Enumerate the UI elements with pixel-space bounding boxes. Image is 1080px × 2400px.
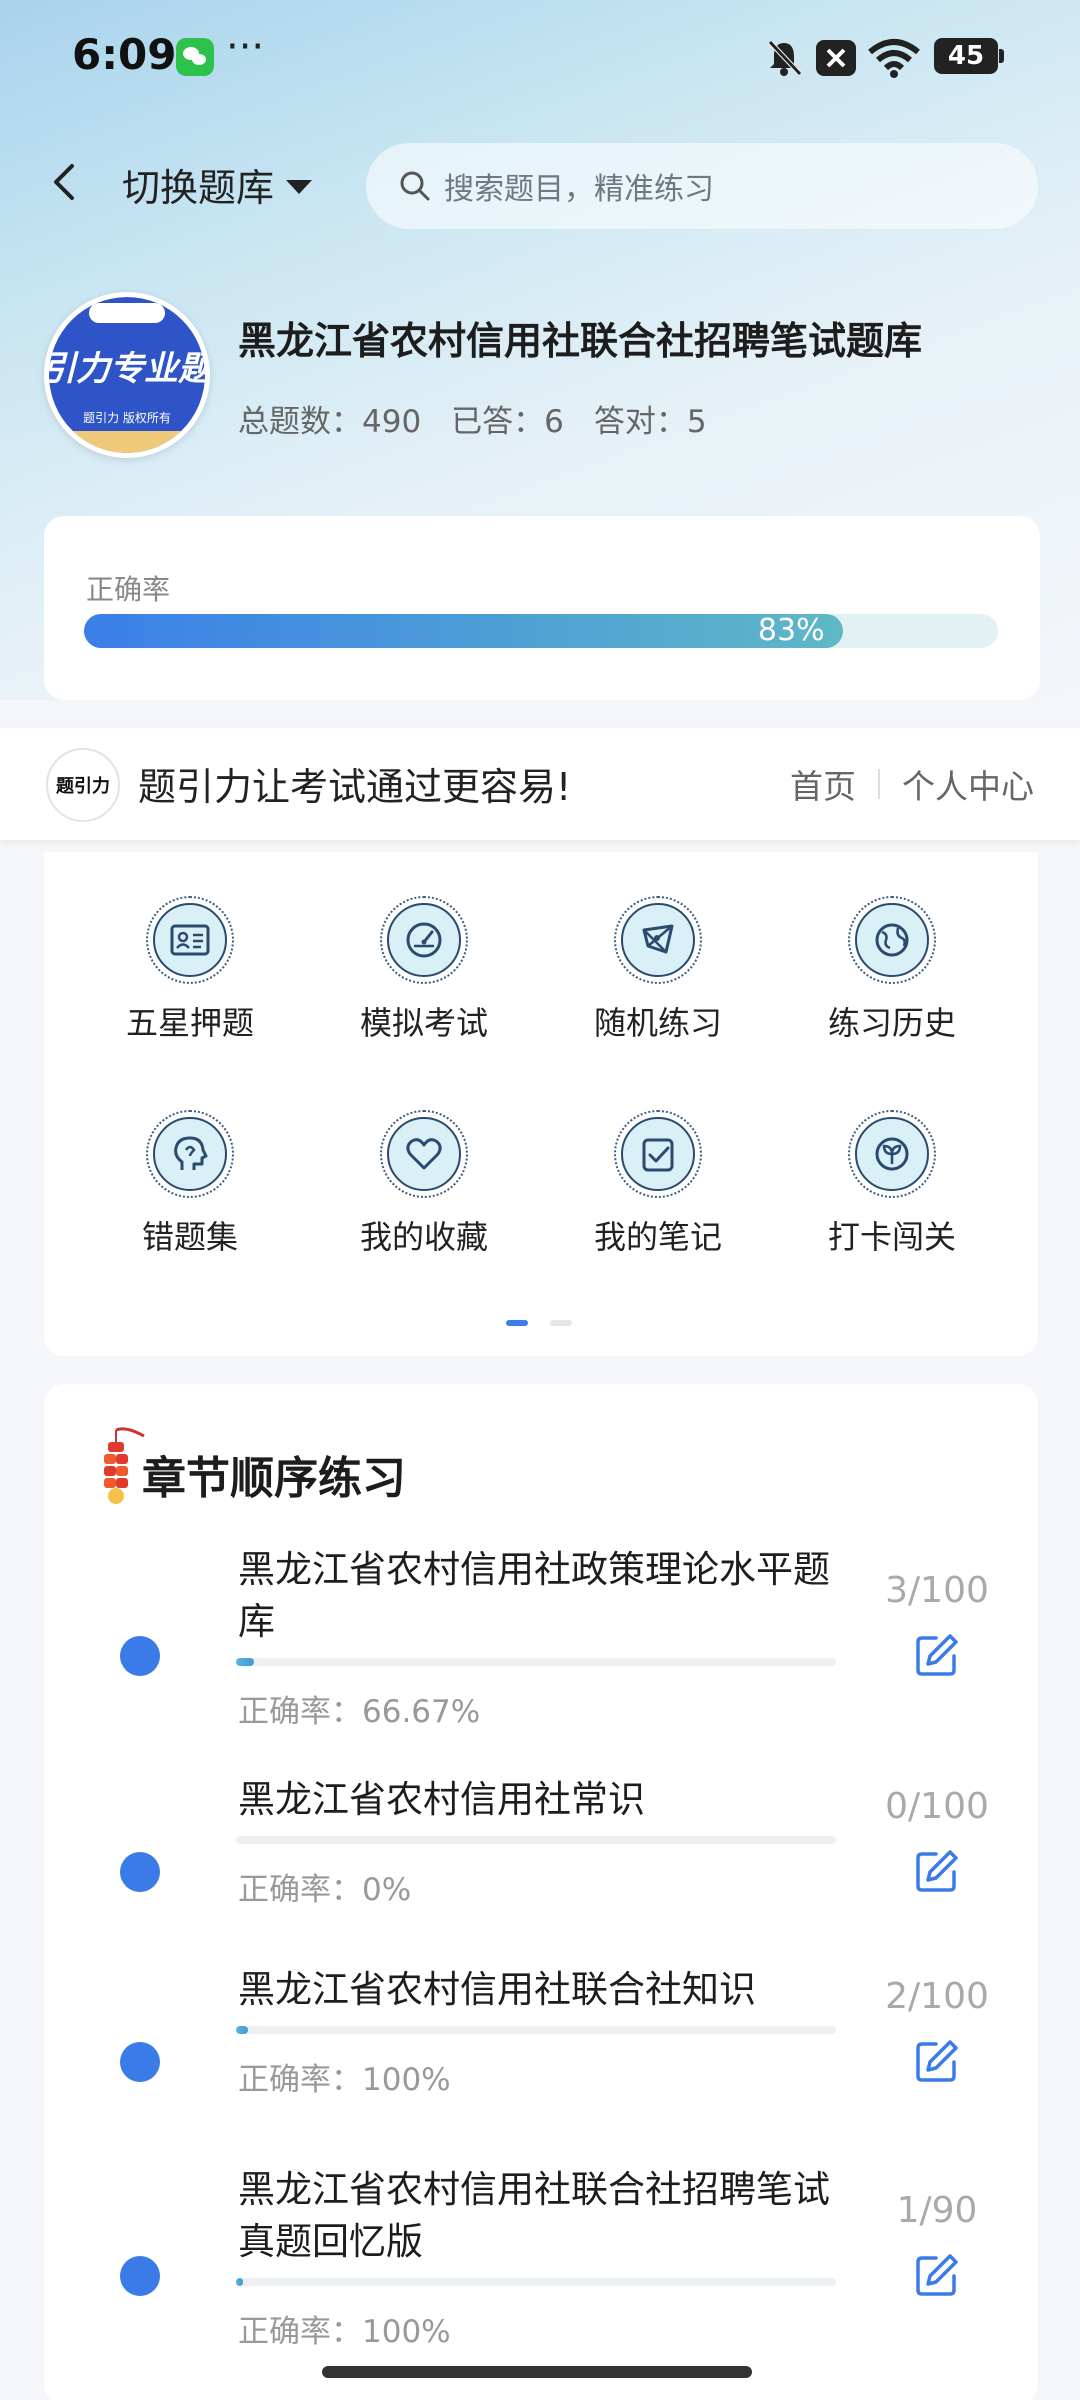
chapter-progress-fill <box>236 2278 244 2286</box>
chapter-practice-section: 章节顺序练习 黑龙江省农村信用社政策理论水平题库 正确率：66.67% 3/10… <box>44 1384 1038 2400</box>
feature-mock-exam[interactable]: 模拟考试 <box>324 896 524 1056</box>
close-box-icon <box>816 40 856 76</box>
accuracy-label: 正确率 <box>86 573 171 606</box>
switch-bank-label: 切换题库 <box>122 166 275 210</box>
more-icon: ··· <box>226 24 265 70</box>
chapter-progress-fill <box>236 2026 248 2034</box>
feature-label: 模拟考试 <box>359 1004 488 1042</box>
search-icon <box>400 171 430 201</box>
chapter-count: 0/100 <box>885 1786 989 1827</box>
chapter-name: 黑龙江省农村信用社政策理论水平题库 <box>238 1548 830 1643</box>
pager-dot-active[interactable] <box>506 1320 528 1326</box>
chapter-accuracy: 正确率：66.67% <box>238 1694 481 1730</box>
chapter-item[interactable]: 黑龙江省农村信用社政策理论水平题库 正确率：66.67% 3/100 <box>44 1544 1038 1744</box>
chapter-name: 黑龙江省农村信用社联合社招聘笔试真题回忆版 <box>238 2168 830 2263</box>
heart-icon <box>406 1138 442 1170</box>
profile-link[interactable]: 个人中心 <box>902 760 1034 808</box>
chapter-item[interactable]: 黑龙江省农村信用社常识 正确率：0% 0/100 <box>44 1774 1038 1934</box>
accuracy-card: 正确率 83% <box>44 516 1040 700</box>
chapter-bullet <box>120 1636 160 1676</box>
chapter-count: 3/100 <box>885 1570 989 1611</box>
wechat-icon <box>176 38 214 76</box>
feature-label: 错题集 <box>141 1218 238 1256</box>
promo-slogan: 题引力让考试通过更容易! <box>138 765 572 809</box>
search-input[interactable]: 搜索题目，精准练习 <box>366 143 1038 229</box>
chapter-progress-fill <box>236 1658 254 1666</box>
chapter-accuracy: 正确率：0% <box>238 1872 412 1908</box>
chapter-progress-track <box>236 2026 836 2034</box>
chapter-accuracy: 正确率：100% <box>238 2314 451 2350</box>
firecracker-icon <box>104 1427 145 1504</box>
bank-title: 黑龙江省农村信用社联合社招聘笔试题库 <box>238 319 923 363</box>
feature-label: 我的笔记 <box>593 1218 722 1256</box>
feature-label: 打卡闯关 <box>827 1218 956 1256</box>
feature-label: 练习历史 <box>827 1004 956 1042</box>
chapter-bullet <box>120 2256 160 2296</box>
back-arrow-icon[interactable] <box>44 160 84 204</box>
status-bar: 6:09 ··· 45 <box>0 0 1080 115</box>
feature-label: 五星押题 <box>125 1004 254 1042</box>
edit-icon[interactable] <box>914 2252 960 2298</box>
promo-links: 首页 个人中心 <box>790 760 1034 808</box>
feature-label: 随机练习 <box>593 1004 722 1042</box>
feature-notes[interactable]: 我的笔记 <box>558 1110 758 1270</box>
chapter-section-title: 章节顺序练习 <box>142 1453 406 1504</box>
total-questions: 总题数：490 <box>238 404 422 440</box>
chapter-name: 黑龙江省农村信用社联合社知识 <box>238 1968 756 2011</box>
battery-indicator: 45 <box>934 38 1004 74</box>
head-icon <box>174 1136 208 1170</box>
edit-icon[interactable] <box>914 1632 960 1678</box>
chapter-name: 黑龙江省农村信用社常识 <box>238 1778 645 1821</box>
globe-icon <box>875 923 909 957</box>
accuracy-value: 83% <box>757 613 825 648</box>
link-divider <box>878 769 880 799</box>
caret-down-icon <box>286 179 313 194</box>
answered-count: 已答：6 <box>451 404 564 440</box>
accuracy-progress-fill: 83% <box>84 614 843 648</box>
chapter-bullet <box>120 2042 160 2082</box>
edit-icon[interactable] <box>914 1848 960 1894</box>
promo-bar: 题引力 题引力让考试通过更容易! 首页 个人中心 <box>0 728 1080 840</box>
id-card-icon <box>170 924 210 956</box>
edit-icon[interactable] <box>914 2038 960 2084</box>
home-indicator[interactable] <box>322 2366 752 2378</box>
accuracy-progress-track: 83% <box>84 614 998 648</box>
feature-checkin[interactable]: 打卡闯关 <box>792 1110 992 1270</box>
chapter-bullet <box>120 1852 160 1892</box>
feature-practice-history[interactable]: 练习历史 <box>792 896 992 1056</box>
bank-stats: 总题数：490 已答：6 答对：5 <box>238 396 707 441</box>
feature-five-star[interactable]: 五星押题 <box>90 896 290 1056</box>
chapter-progress-track <box>236 1658 836 1666</box>
chapter-count: 1/90 <box>896 2190 978 2231</box>
correct-count: 答对：5 <box>593 404 707 440</box>
promo-logo: 题引力 <box>46 748 120 822</box>
feature-wrong-questions[interactable]: 错题集 <box>90 1110 290 1270</box>
note-check-icon <box>642 1138 674 1172</box>
chapter-count: 2/100 <box>885 1976 989 2017</box>
feature-favorites[interactable]: 我的收藏 <box>324 1110 524 1270</box>
bell-muted-icon <box>768 40 802 76</box>
feature-random-practice[interactable]: 随机练习 <box>558 896 758 1056</box>
logo-text: 引力专业题 <box>49 349 205 389</box>
pager-dots <box>506 1320 572 1326</box>
feature-label: 我的收藏 <box>359 1218 488 1256</box>
chapter-item[interactable]: 黑龙江省农村信用社联合社招聘笔试真题回忆版 正确率：100% 1/90 <box>44 2164 1038 2364</box>
switch-bank-dropdown[interactable]: 切换题库 <box>122 157 313 212</box>
bank-logo: 引力专业题 题引力 版权所有 <box>44 292 210 458</box>
chapter-progress-track <box>236 1836 836 1844</box>
chapter-accuracy: 正确率：100% <box>238 2062 451 2098</box>
home-link[interactable]: 首页 <box>790 760 856 808</box>
speedometer-icon <box>406 922 442 958</box>
sprout-icon <box>875 1137 909 1171</box>
logo-subtext: 题引力 版权所有 <box>83 411 171 425</box>
random-shape-icon <box>642 924 674 954</box>
chapter-progress-track <box>236 2278 836 2286</box>
search-placeholder: 搜索题目，精准练习 <box>444 172 714 207</box>
status-time: 6:09 <box>72 30 177 79</box>
promo-logo-text: 题引力 <box>56 776 110 797</box>
chapter-item[interactable]: 黑龙江省农村信用社联合社知识 正确率：100% 2/100 <box>44 1964 1038 2124</box>
pager-dot[interactable] <box>550 1320 572 1326</box>
wifi-icon <box>868 39 920 78</box>
features-grid: 五星押题 模拟考试 随机练习 练习历史 错题集 我的收藏 我的笔记 打卡闯关 <box>44 852 1038 1356</box>
